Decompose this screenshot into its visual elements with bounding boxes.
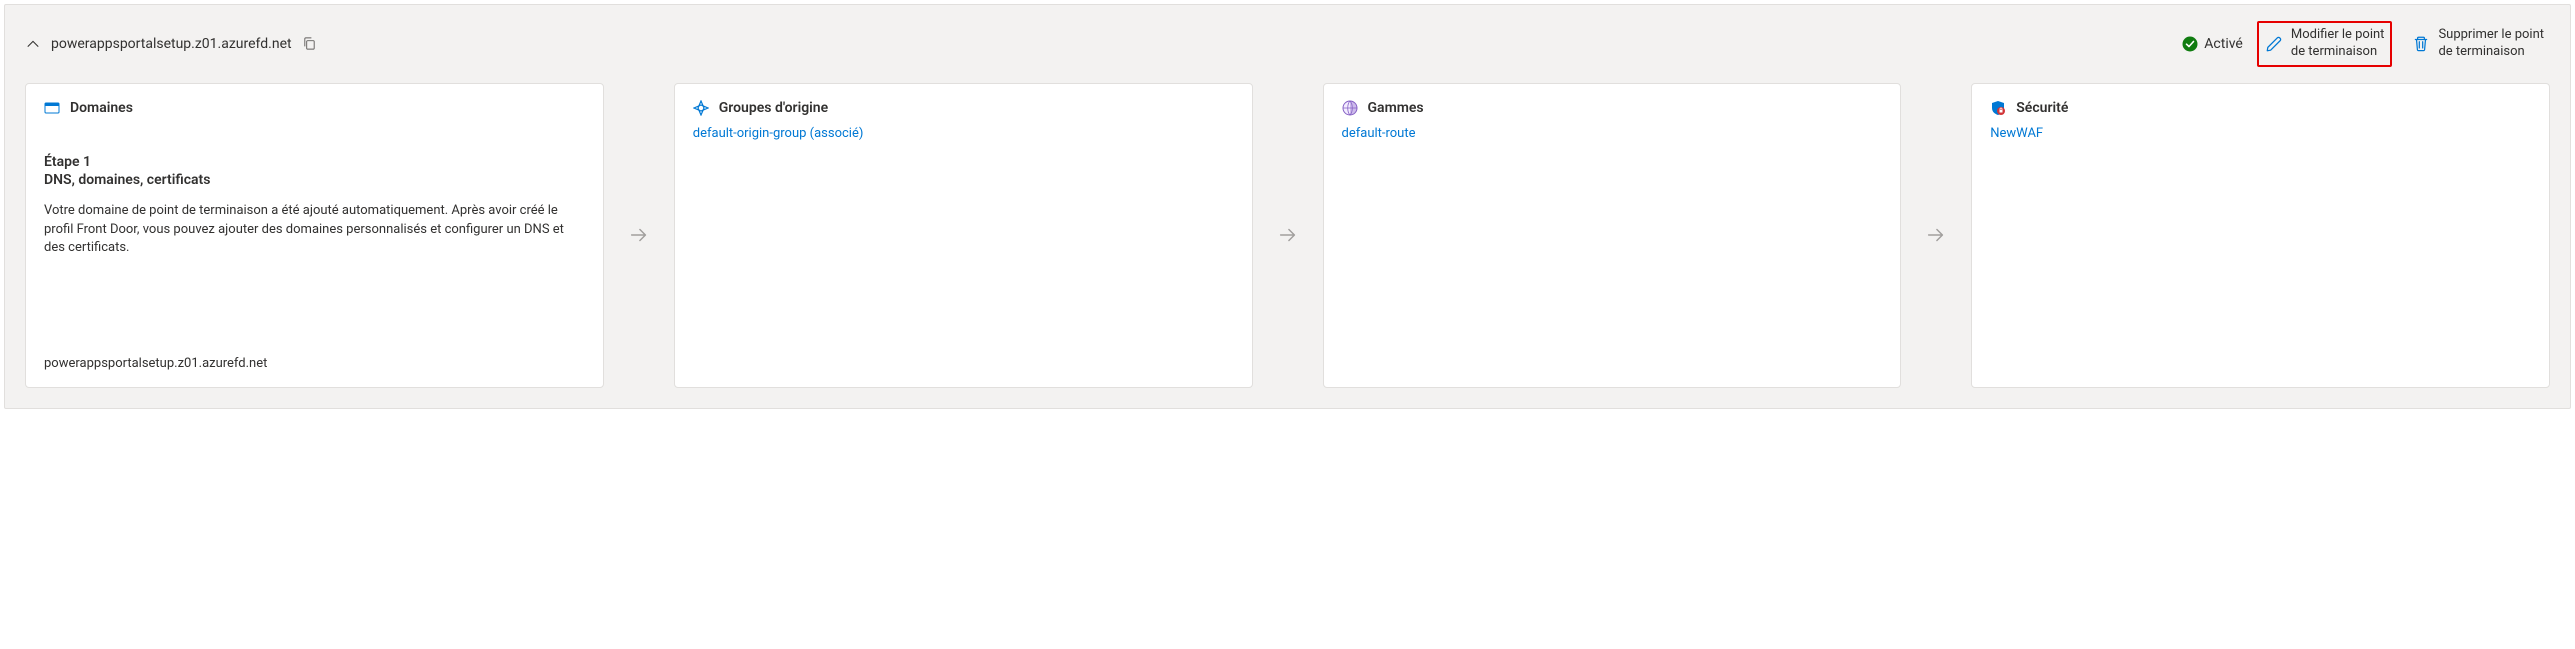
arrow-right-icon (1277, 224, 1299, 246)
route-link[interactable]: default-route (1342, 126, 1883, 141)
endpoint-panel: powerappsportalsetup.z01.azurefd.net Act… (4, 4, 2571, 409)
card-routes[interactable]: Gammes default-route (1323, 83, 1902, 388)
copy-icon (302, 36, 317, 51)
arrow-separator (604, 83, 674, 388)
domains-icon (44, 100, 60, 116)
card-domains-title: Domaines (70, 100, 133, 116)
endpoint-title: powerappsportalsetup.z01.azurefd.net (51, 36, 292, 52)
pencil-icon (2265, 35, 2283, 53)
step-title: DNS, domaines, certificats (44, 172, 585, 188)
card-security[interactable]: Sécurité NewWAF (1971, 83, 2550, 388)
origin-groups-icon (693, 100, 709, 116)
edit-endpoint-button[interactable]: Modifier le point de terminaison (2257, 21, 2393, 67)
card-routes-title: Gammes (1368, 100, 1424, 116)
arrow-right-icon (1925, 224, 1947, 246)
arrow-separator (1253, 83, 1323, 388)
trash-icon (2412, 35, 2430, 53)
step-label: Étape 1 (44, 154, 585, 170)
delete-button-line1: Supprimer le point (2438, 27, 2544, 44)
arrow-right-icon (628, 224, 650, 246)
card-domains[interactable]: Domaines Étape 1 DNS, domaines, certific… (25, 83, 604, 388)
chevron-up-icon (26, 37, 40, 51)
check-circle-icon (2182, 36, 2198, 52)
card-domains-footer: powerappsportalsetup.z01.azurefd.net (44, 356, 585, 371)
arrow-separator (1901, 83, 1971, 388)
routes-icon (1342, 100, 1358, 116)
delete-endpoint-button[interactable]: Supprimer le point de terminaison (2406, 23, 2550, 65)
step-description: Votre domaine de point de terminaison a … (44, 202, 585, 259)
edit-button-line2: de terminaison (2291, 44, 2385, 61)
copy-button[interactable] (302, 36, 318, 52)
status-badge: Activé (2182, 36, 2243, 52)
edit-button-line1: Modifier le point (2291, 27, 2385, 44)
status-label: Activé (2204, 36, 2243, 52)
security-icon (1990, 100, 2006, 116)
delete-button-line2: de terminaison (2438, 44, 2544, 61)
card-origin-groups[interactable]: Groupes d'origine default-origin-group (… (674, 83, 1253, 388)
collapse-toggle[interactable] (25, 36, 41, 52)
card-security-title: Sécurité (2016, 100, 2068, 116)
cards-row: Domaines Étape 1 DNS, domaines, certific… (25, 83, 2550, 388)
origin-group-link[interactable]: default-origin-group (associé) (693, 126, 1234, 141)
card-origin-groups-title: Groupes d'origine (719, 100, 828, 116)
security-link[interactable]: NewWAF (1990, 126, 2531, 141)
panel-header: powerappsportalsetup.z01.azurefd.net Act… (25, 21, 2550, 67)
